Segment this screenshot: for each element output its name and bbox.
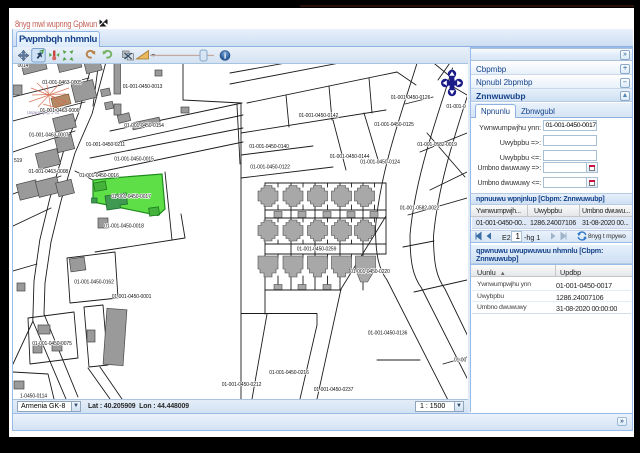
svg-text:01-001-0450-0016: 01-001-0450-0016	[79, 173, 119, 179]
svg-text:01-001-0463-0006: 01-001-0463-0006	[40, 108, 80, 114]
svg-text:01-001-0450-0013: 01-001-0450-0013	[123, 84, 163, 90]
svg-text:01-001-0450-0126: 01-001-0450-0126	[391, 95, 431, 101]
svg-text:01-00: 01-00	[454, 358, 467, 364]
svg-text:01-001-0: 01-001-0	[446, 104, 466, 110]
svg-text:01-001-0450-0259: 01-001-0450-0259	[297, 247, 337, 253]
svg-text:01-001-0450-0220: 01-001-0450-0220	[350, 269, 390, 275]
svg-text:01-001-0450-0142: 01-001-0450-0142	[299, 113, 339, 119]
svg-text:01-001-0450-0001: 01-001-0450-0001	[112, 294, 152, 300]
svg-text:01-001-0582-0022: 01-001-0582-0022	[400, 206, 440, 212]
svg-text:01-001-0463-0005: 01-001-0463-0005	[42, 80, 82, 86]
svg-text:01-001-0450-0018: 01-001-0450-0018	[104, 224, 144, 230]
svg-text:519: 519	[14, 158, 22, 164]
svg-text:01-001-0450-0015: 01-001-0450-0015	[114, 157, 154, 163]
svg-text:01-001-0450-0125: 01-001-0450-0125	[374, 122, 414, 128]
svg-text:01-001-0450-0154: 01-001-0450-0154	[124, 123, 164, 129]
svg-text:01-001-0450-0211: 01-001-0450-0211	[86, 142, 125, 148]
svg-text:01-001-0582-0019: 01-001-0582-0019	[417, 142, 457, 148]
svg-text:01-001-0450-0237: 01-001-0450-0237	[314, 387, 354, 393]
svg-text:01-001-0450-0017: 01-001-0450-0017	[111, 194, 151, 200]
svg-text:01-001-0450-0162: 01-001-0450-0162	[74, 280, 114, 286]
svg-text:01-001-0450-0216: 01-001-0450-0216	[269, 370, 309, 376]
svg-text:0014: 0014	[18, 64, 29, 69]
svg-text:01-001-0450-0136: 01-001-0450-0136	[368, 331, 408, 337]
svg-text:01-001-0450-0124: 01-001-0450-0124	[360, 160, 400, 166]
svg-text:01-001-0450-0212: 01-001-0450-0212	[222, 382, 262, 388]
svg-text:01-001-0463-0007: 01-001-0463-0007	[29, 133, 69, 139]
svg-text:01-001-0463-0008: 01-001-0463-0008	[29, 169, 69, 175]
svg-text:01-001-0450-0075: 01-001-0450-0075	[32, 341, 72, 347]
svg-text:01-001-0450-0140: 01-001-0450-0140	[249, 144, 289, 150]
svg-text:01-001-0450-0122: 01-001-0450-0122	[250, 165, 290, 171]
